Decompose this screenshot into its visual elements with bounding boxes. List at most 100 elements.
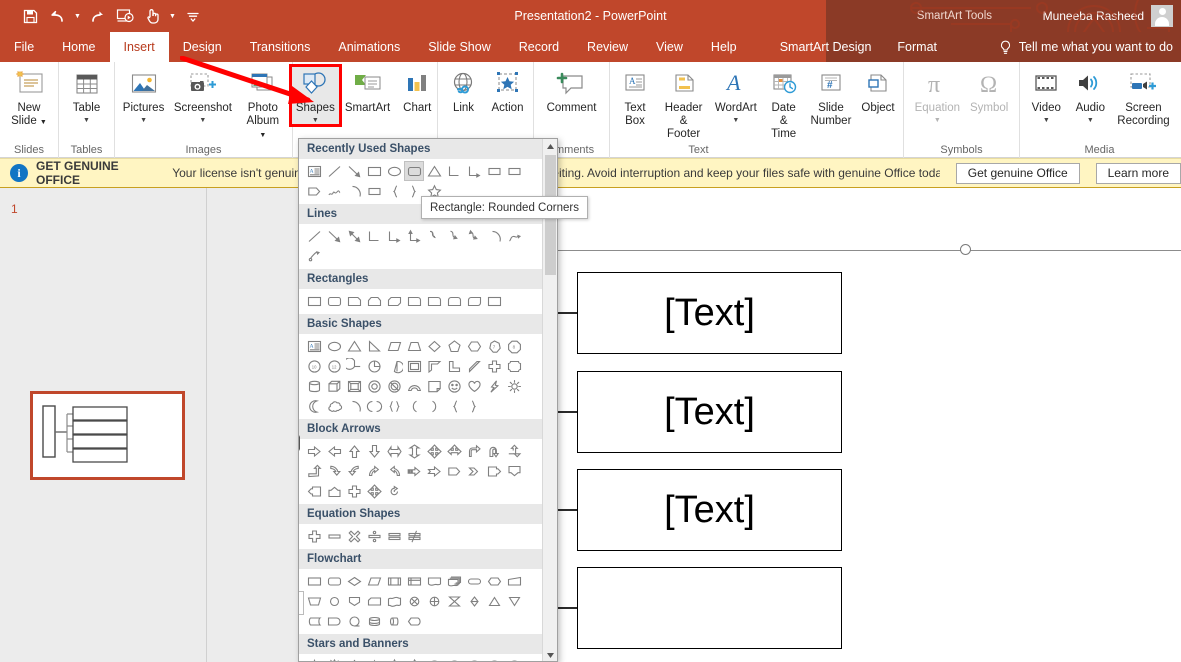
symbol-button[interactable]: Ω Symbol bbox=[965, 66, 1013, 115]
flowchart-or-shape[interactable] bbox=[424, 591, 444, 611]
scribble-shape[interactable] bbox=[304, 246, 324, 266]
star-24-point-shape[interactable]: 24 bbox=[504, 656, 524, 661]
text-box-shape[interactable]: A bbox=[304, 336, 324, 356]
curved-left-arrow-shape[interactable] bbox=[344, 461, 364, 481]
flowchart-collate-shape[interactable] bbox=[444, 591, 464, 611]
equation-dropdown-icon[interactable]: ▼ bbox=[934, 116, 941, 125]
slide-thumbnail-pane[interactable]: 1 bbox=[0, 188, 207, 662]
freeform-shape-shape[interactable] bbox=[504, 226, 524, 246]
not-equal-sign-shape[interactable] bbox=[404, 526, 424, 546]
trapezoid-shape[interactable] bbox=[404, 336, 424, 356]
flowchart-preparation-shape[interactable] bbox=[484, 571, 504, 591]
wordart-dropdown-icon[interactable]: ▼ bbox=[732, 116, 739, 125]
notched-right-arrow-shape[interactable] bbox=[424, 461, 444, 481]
curved-double-arrow-connector-shape[interactable] bbox=[464, 226, 484, 246]
star-10-point-shape[interactable]: 10 bbox=[444, 656, 464, 661]
flowchart-alternate-process-shape[interactable] bbox=[324, 571, 344, 591]
slide-thumbnail-1[interactable] bbox=[30, 391, 185, 480]
cube-shape[interactable] bbox=[324, 376, 344, 396]
flowchart-off-page-connector-shape[interactable] bbox=[344, 591, 364, 611]
flowchart-process-shape[interactable] bbox=[304, 571, 324, 591]
cloud-shape[interactable] bbox=[324, 396, 344, 416]
rectangle-shape[interactable] bbox=[304, 291, 324, 311]
heart-shape[interactable] bbox=[464, 376, 484, 396]
action-button[interactable]: Action bbox=[486, 66, 530, 115]
sun-shape[interactable] bbox=[504, 376, 524, 396]
freeform-shape[interactable] bbox=[324, 181, 344, 201]
tab-home[interactable]: Home bbox=[48, 32, 109, 62]
folded-corner-shape[interactable] bbox=[424, 376, 444, 396]
division-sign-shape[interactable] bbox=[364, 526, 384, 546]
line-double-arrow-shape[interactable] bbox=[344, 226, 364, 246]
donut-shape[interactable] bbox=[364, 376, 384, 396]
cross-arrow-shape[interactable] bbox=[344, 481, 364, 501]
left-bracket-shape[interactable] bbox=[404, 396, 424, 416]
curved-up-arrow-shape[interactable] bbox=[364, 461, 384, 481]
shapes-button[interactable]: Shapes ▼ bbox=[288, 64, 342, 127]
tell-me-search[interactable]: Tell me what you want to do bbox=[999, 32, 1173, 62]
diagonal-stripe-shape[interactable] bbox=[464, 356, 484, 376]
line-shape[interactable] bbox=[324, 161, 344, 181]
rotation-handle[interactable] bbox=[960, 244, 971, 255]
smartart-text-box-1[interactable]: [Text] bbox=[577, 272, 842, 354]
round-same-side-corner-rectangle-shape[interactable] bbox=[444, 291, 464, 311]
rounded-rectangle-shape[interactable] bbox=[404, 161, 424, 181]
right-triangle-shape[interactable] bbox=[364, 336, 384, 356]
heptagon-shape[interactable]: 7 bbox=[484, 336, 504, 356]
smartart-button[interactable]: SmartArt bbox=[340, 66, 395, 115]
no-symbol-shape[interactable] bbox=[384, 376, 404, 396]
shapes-dropdown-icon[interactable]: ▼ bbox=[312, 116, 319, 125]
flowchart-manual-operation-shape[interactable] bbox=[304, 591, 324, 611]
wordart-button[interactable]: A WordArt ▼ bbox=[710, 66, 761, 125]
tab-record[interactable]: Record bbox=[505, 32, 573, 62]
curve-shape[interactable] bbox=[364, 181, 384, 201]
circular-arrow-shape[interactable] bbox=[384, 481, 404, 501]
chart-button[interactable]: Chart bbox=[395, 66, 439, 115]
flowchart-data-shape[interactable] bbox=[364, 571, 384, 591]
flowchart-sort-shape[interactable] bbox=[464, 591, 484, 611]
pentagon-shape[interactable] bbox=[444, 336, 464, 356]
bent-up-arrow-shape[interactable] bbox=[304, 461, 324, 481]
start-from-beginning-icon[interactable] bbox=[113, 4, 137, 28]
line-shape[interactable] bbox=[304, 226, 324, 246]
left-brace-shape[interactable] bbox=[384, 181, 404, 201]
comment-button[interactable]: Comment bbox=[542, 66, 602, 115]
flowchart-summing-junction-shape[interactable] bbox=[404, 591, 424, 611]
video-dropdown-icon[interactable]: ▼ bbox=[1043, 116, 1050, 125]
get-genuine-office-button[interactable]: Get genuine Office bbox=[955, 162, 1080, 184]
arrow-up-shape[interactable] bbox=[344, 441, 364, 461]
plus-sign-shape[interactable] bbox=[304, 526, 324, 546]
pentagon-arrow-shape[interactable] bbox=[444, 461, 464, 481]
pictures-button[interactable]: Pictures ▼ bbox=[118, 66, 169, 125]
screenshot-button[interactable]: Screenshot ▼ bbox=[169, 66, 237, 125]
isosceles-triangle-shape[interactable] bbox=[344, 336, 364, 356]
tab-help[interactable]: Help bbox=[697, 32, 751, 62]
curved-down-arrow-shape[interactable] bbox=[384, 461, 404, 481]
scroll-up-icon[interactable] bbox=[543, 139, 557, 154]
star-8-point-shape[interactable]: 8 bbox=[424, 656, 444, 661]
flowchart-stored-data-shape[interactable] bbox=[304, 611, 324, 631]
flowchart-predefined-process-shape[interactable] bbox=[384, 571, 404, 591]
explosion-1-shape[interactable] bbox=[324, 656, 344, 661]
star-4-point-thin-shape[interactable] bbox=[344, 656, 364, 661]
half-frame-shape[interactable] bbox=[424, 356, 444, 376]
tab-view[interactable]: View bbox=[642, 32, 697, 62]
flowchart-terminator-shape[interactable] bbox=[464, 571, 484, 591]
elbow-arrow-connector-shape[interactable] bbox=[464, 161, 484, 181]
octagon-shape[interactable]: 8 bbox=[504, 336, 524, 356]
screenshot-dropdown-icon[interactable]: ▼ bbox=[199, 116, 206, 125]
right-bracket-shape[interactable] bbox=[424, 396, 444, 416]
multiply-sign-shape[interactable] bbox=[344, 526, 364, 546]
hexagon-shape[interactable] bbox=[464, 336, 484, 356]
line-arrow-shape[interactable] bbox=[344, 161, 364, 181]
elbow-connector-shape[interactable] bbox=[444, 161, 464, 181]
object-button[interactable]: Object bbox=[856, 66, 900, 115]
text-box-button[interactable]: A Text Box bbox=[613, 66, 657, 128]
round-diagonal-corner-rectangle-shape[interactable] bbox=[464, 291, 484, 311]
smartart-text-box-2[interactable]: [Text] bbox=[577, 371, 842, 453]
scroll-down-icon[interactable] bbox=[543, 648, 557, 661]
flowchart-card-shape[interactable] bbox=[364, 591, 384, 611]
flowchart-punched-tape-shape[interactable] bbox=[384, 591, 404, 611]
redo-icon[interactable] bbox=[86, 4, 110, 28]
flowchart-delay-shape[interactable] bbox=[324, 611, 344, 631]
